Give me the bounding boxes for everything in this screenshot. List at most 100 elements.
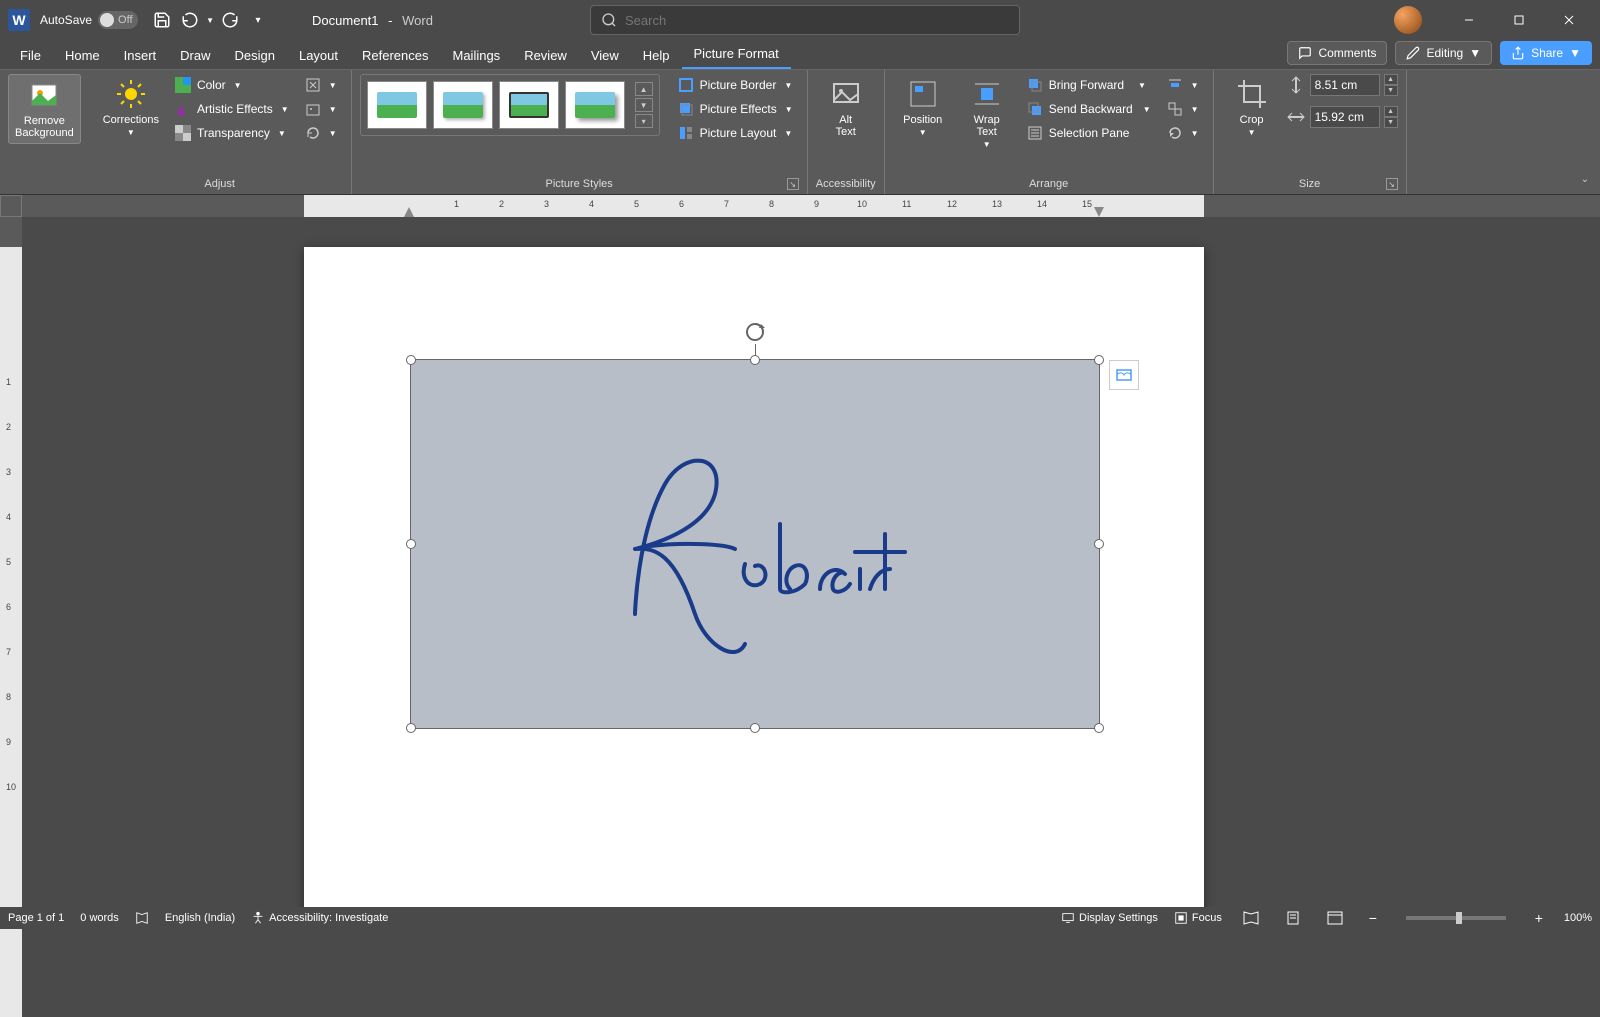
align-button[interactable]: ▼ xyxy=(1161,74,1205,96)
right-indent-marker[interactable] xyxy=(1094,207,1104,217)
spell-check-button[interactable] xyxy=(135,911,149,925)
position-button[interactable]: Position ▼ xyxy=(893,74,953,141)
tab-file[interactable]: File xyxy=(8,42,53,69)
vertical-ruler[interactable]: 1 2 3 4 5 6 7 8 9 10 xyxy=(0,217,22,907)
display-settings-label: Display Settings xyxy=(1079,912,1158,924)
h-tick: 6 xyxy=(679,199,684,209)
resize-handle-tm[interactable] xyxy=(750,355,760,365)
resize-handle-tl[interactable] xyxy=(406,355,416,365)
style-thumb-4[interactable] xyxy=(565,81,625,129)
word-count[interactable]: 0 words xyxy=(80,912,119,924)
first-line-indent-marker[interactable] xyxy=(404,207,414,217)
accessibility-status[interactable]: Accessibility: Investigate xyxy=(251,911,388,925)
layout-options-button[interactable] xyxy=(1109,360,1139,390)
v-tick: 4 xyxy=(6,512,11,522)
comments-button[interactable]: Comments xyxy=(1287,41,1387,65)
resize-handle-bl[interactable] xyxy=(406,723,416,733)
resize-handle-ml[interactable] xyxy=(406,539,416,549)
collapse-ribbon-button[interactable]: ⌄ xyxy=(1576,170,1594,188)
undo-button[interactable] xyxy=(176,6,204,34)
alt-text-button[interactable]: Alt Text xyxy=(816,74,876,142)
height-icon xyxy=(1286,75,1306,95)
autosave-toggle[interactable]: Off xyxy=(98,11,138,29)
corrections-button[interactable]: Corrections ▼ xyxy=(97,74,165,141)
resize-handle-bm[interactable] xyxy=(750,723,760,733)
tab-home[interactable]: Home xyxy=(53,42,112,69)
height-input[interactable] xyxy=(1310,74,1380,96)
tab-design[interactable]: Design xyxy=(223,42,287,69)
crop-button[interactable]: Crop ▼ xyxy=(1222,74,1282,141)
height-spin-down[interactable]: ▼ xyxy=(1384,85,1398,96)
picture-border-button[interactable]: Picture Border▼ xyxy=(672,74,799,96)
gallery-scroll-down[interactable]: ▼ xyxy=(635,98,653,112)
bring-forward-button[interactable]: Bring Forward▼ xyxy=(1021,74,1157,96)
page-info[interactable]: Page 1 of 1 xyxy=(8,912,64,924)
tab-view[interactable]: View xyxy=(579,42,631,69)
tab-picture-format[interactable]: Picture Format xyxy=(682,40,791,69)
gallery-more-button[interactable]: ▾ xyxy=(635,114,653,128)
maximize-button[interactable] xyxy=(1496,4,1542,36)
change-picture-button[interactable]: ▼ xyxy=(299,98,343,120)
gallery-scroll-up[interactable]: ▲ xyxy=(635,82,653,96)
editing-mode-button[interactable]: Editing ▼ xyxy=(1395,41,1492,65)
width-input[interactable] xyxy=(1310,106,1380,128)
tab-insert[interactable]: Insert xyxy=(112,42,169,69)
width-spin-down[interactable]: ▼ xyxy=(1384,117,1398,128)
color-button[interactable]: Color▼ xyxy=(169,74,295,96)
group-button[interactable]: ▼ xyxy=(1161,98,1205,120)
style-thumb-3[interactable] xyxy=(499,81,559,129)
share-button[interactable]: Share ▼ xyxy=(1500,41,1592,65)
tab-references[interactable]: References xyxy=(350,42,440,69)
language-status[interactable]: English (India) xyxy=(165,912,235,924)
selection-pane-button[interactable]: Selection Pane xyxy=(1021,122,1157,144)
undo-dropdown[interactable]: ▼ xyxy=(204,6,216,34)
tab-help[interactable]: Help xyxy=(631,42,682,69)
document-area[interactable] xyxy=(22,217,1600,907)
zoom-slider-thumb[interactable] xyxy=(1456,912,1462,924)
tab-mailings[interactable]: Mailings xyxy=(441,42,513,69)
focus-mode-button[interactable]: Focus xyxy=(1174,911,1222,925)
transparency-button[interactable]: Transparency▼ xyxy=(169,122,295,144)
resize-handle-tr[interactable] xyxy=(1094,355,1104,365)
save-button[interactable] xyxy=(148,6,176,34)
selected-picture[interactable] xyxy=(410,359,1100,729)
artistic-effects-button[interactable]: Artistic Effects▼ xyxy=(169,98,295,120)
tab-layout[interactable]: Layout xyxy=(287,42,350,69)
user-avatar[interactable] xyxy=(1394,6,1422,34)
compress-pictures-button[interactable]: ▼ xyxy=(299,74,343,96)
picture-effects-button[interactable]: Picture Effects▼ xyxy=(672,98,799,120)
read-mode-button[interactable] xyxy=(1238,909,1264,927)
page[interactable] xyxy=(304,247,1204,907)
wrap-text-button[interactable]: Wrap Text ▼ xyxy=(957,74,1017,153)
web-layout-button[interactable] xyxy=(1322,909,1348,927)
resize-handle-mr[interactable] xyxy=(1094,539,1104,549)
remove-background-button[interactable]: Remove Background xyxy=(8,74,81,144)
styles-launcher[interactable]: ↘ xyxy=(787,178,799,190)
rotate-handle[interactable] xyxy=(743,320,767,344)
print-layout-button[interactable] xyxy=(1280,909,1306,927)
picture-layout-button[interactable]: Picture Layout▼ xyxy=(672,122,799,144)
size-launcher[interactable]: ↘ xyxy=(1386,178,1398,190)
rotate-button[interactable]: ▼ xyxy=(1161,122,1205,144)
search-input[interactable] xyxy=(625,13,1009,28)
tab-review[interactable]: Review xyxy=(512,42,579,69)
zoom-level[interactable]: 100% xyxy=(1564,912,1592,924)
search-box[interactable] xyxy=(590,5,1020,35)
width-spin-up[interactable]: ▲ xyxy=(1384,106,1398,117)
redo-button[interactable] xyxy=(216,6,244,34)
reset-picture-button[interactable]: ▼ xyxy=(299,122,343,144)
send-backward-button[interactable]: Send Backward▼ xyxy=(1021,98,1157,120)
tab-draw[interactable]: Draw xyxy=(168,42,222,69)
close-button[interactable] xyxy=(1546,4,1592,36)
zoom-out-button[interactable]: − xyxy=(1364,909,1382,927)
style-thumb-2[interactable] xyxy=(433,81,493,129)
zoom-in-button[interactable]: + xyxy=(1530,909,1548,927)
display-settings-button[interactable]: Display Settings xyxy=(1061,911,1158,925)
zoom-slider[interactable] xyxy=(1406,916,1506,920)
horizontal-ruler[interactable]: 1 2 3 4 5 6 7 8 9 10 11 12 13 14 15 xyxy=(22,195,1600,217)
height-spin-up[interactable]: ▲ xyxy=(1384,74,1398,85)
style-thumb-1[interactable] xyxy=(367,81,427,129)
minimize-button[interactable] xyxy=(1446,4,1492,36)
resize-handle-br[interactable] xyxy=(1094,723,1104,733)
qat-customize[interactable]: ▾ xyxy=(244,6,272,34)
